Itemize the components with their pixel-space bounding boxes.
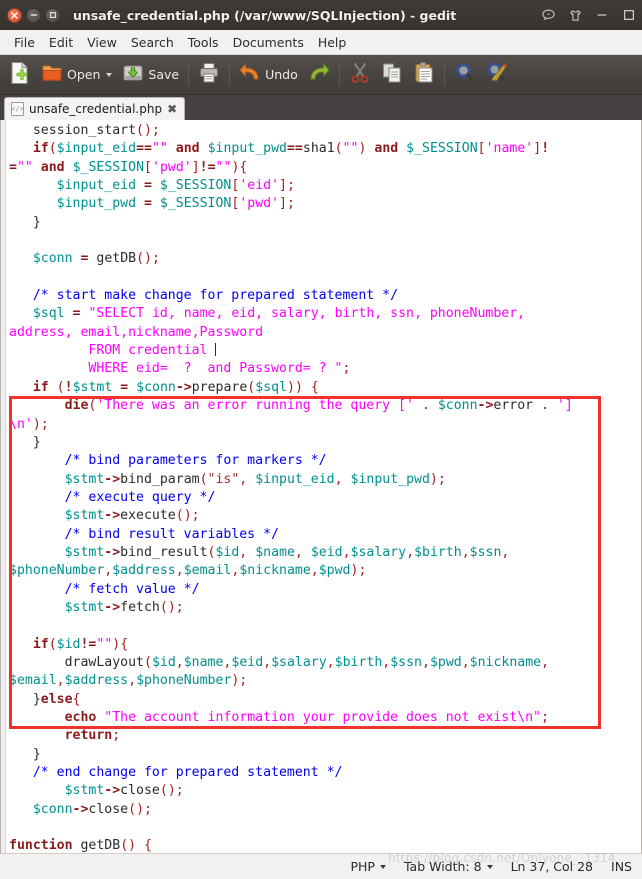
gedit-window: unsafe_credential.php (/var/www/SQLInjec… bbox=[0, 0, 642, 879]
menu-item-tools[interactable]: Tools bbox=[181, 33, 226, 52]
replace-button[interactable] bbox=[481, 58, 513, 92]
close-button[interactable] bbox=[7, 7, 22, 23]
save-disk-icon bbox=[122, 61, 144, 88]
new-document-button[interactable] bbox=[4, 58, 36, 92]
menu-bar: File Edit View Search Tools Documents He… bbox=[0, 30, 642, 55]
window-title: unsafe_credential.php (/var/www/SQLInjec… bbox=[73, 7, 457, 23]
new-document-icon bbox=[9, 61, 31, 88]
minimize-icon bbox=[30, 14, 37, 16]
tab-unsafe-credential-php[interactable]: </> unsafe_credential.php ✖ bbox=[4, 97, 186, 120]
tab-bar: </> unsafe_credential.php ✖ bbox=[0, 95, 642, 120]
copy-icon bbox=[381, 61, 403, 88]
chevron-down-icon[interactable] bbox=[486, 864, 493, 869]
source-code[interactable]: session_start(); if($input_eid=="" and $… bbox=[1, 120, 641, 853]
toolbar-separator-4 bbox=[443, 63, 445, 86]
minimize-icon[interactable] bbox=[594, 7, 610, 23]
chat-icon[interactable] bbox=[540, 7, 556, 23]
language-selector[interactable]: PHP bbox=[350, 859, 386, 874]
close-icon bbox=[11, 11, 18, 19]
redo-button[interactable] bbox=[303, 58, 335, 92]
title-bar: unsafe_credential.php (/var/www/SQLInjec… bbox=[0, 0, 642, 30]
copy-button[interactable] bbox=[376, 58, 408, 92]
find-replace-icon bbox=[486, 61, 508, 88]
menu-item-documents[interactable]: Documents bbox=[226, 33, 311, 52]
maximize-icon[interactable] bbox=[621, 7, 637, 23]
redo-arrow-icon bbox=[308, 61, 330, 88]
toolbar-separator-3 bbox=[338, 63, 340, 86]
menu-item-file[interactable]: File bbox=[7, 33, 42, 52]
tshirt-icon[interactable] bbox=[567, 7, 583, 23]
toolbar-separator-1 bbox=[188, 63, 190, 86]
titlebar-indicators bbox=[540, 0, 637, 30]
toolbar: Open Save Undo bbox=[0, 55, 642, 95]
printer-icon bbox=[198, 61, 220, 88]
undo-button[interactable]: Undo bbox=[234, 58, 303, 92]
code-file-icon: </> bbox=[11, 102, 24, 116]
open-button[interactable]: Open bbox=[36, 58, 117, 92]
minimize-button[interactable] bbox=[26, 7, 41, 23]
watermark: https://blog.csdn.net/Onlyone__1314 bbox=[388, 851, 616, 865]
window-controls bbox=[7, 7, 60, 23]
cut-button[interactable] bbox=[344, 58, 376, 92]
toolbar-separator-2 bbox=[229, 63, 231, 86]
menu-item-view[interactable]: View bbox=[80, 33, 124, 52]
maximize-icon bbox=[49, 12, 56, 19]
open-folder-icon bbox=[41, 61, 63, 88]
tab-label: unsafe_credential.php bbox=[29, 102, 163, 116]
scissors-icon bbox=[349, 61, 371, 88]
undo-label: Undo bbox=[265, 67, 298, 82]
code-editor[interactable]: session_start(); if($input_eid=="" and $… bbox=[0, 120, 642, 853]
open-label: Open bbox=[67, 67, 101, 82]
menu-item-edit[interactable]: Edit bbox=[42, 33, 80, 52]
find-button[interactable] bbox=[449, 58, 481, 92]
paste-clipboard-icon bbox=[413, 61, 435, 88]
menu-item-help[interactable]: Help bbox=[311, 33, 354, 52]
paste-button[interactable] bbox=[408, 58, 440, 92]
chevron-down-icon[interactable] bbox=[106, 72, 113, 77]
undo-arrow-icon bbox=[239, 61, 261, 88]
menu-item-search[interactable]: Search bbox=[124, 33, 181, 52]
search-icon bbox=[454, 61, 476, 88]
save-button[interactable]: Save bbox=[117, 58, 184, 92]
chevron-down-icon[interactable] bbox=[379, 864, 386, 869]
language-label: PHP bbox=[350, 859, 375, 874]
print-button[interactable] bbox=[193, 58, 225, 92]
maximize-button[interactable] bbox=[45, 7, 60, 23]
save-label: Save bbox=[148, 67, 180, 82]
tab-close-icon[interactable]: ✖ bbox=[167, 103, 177, 115]
